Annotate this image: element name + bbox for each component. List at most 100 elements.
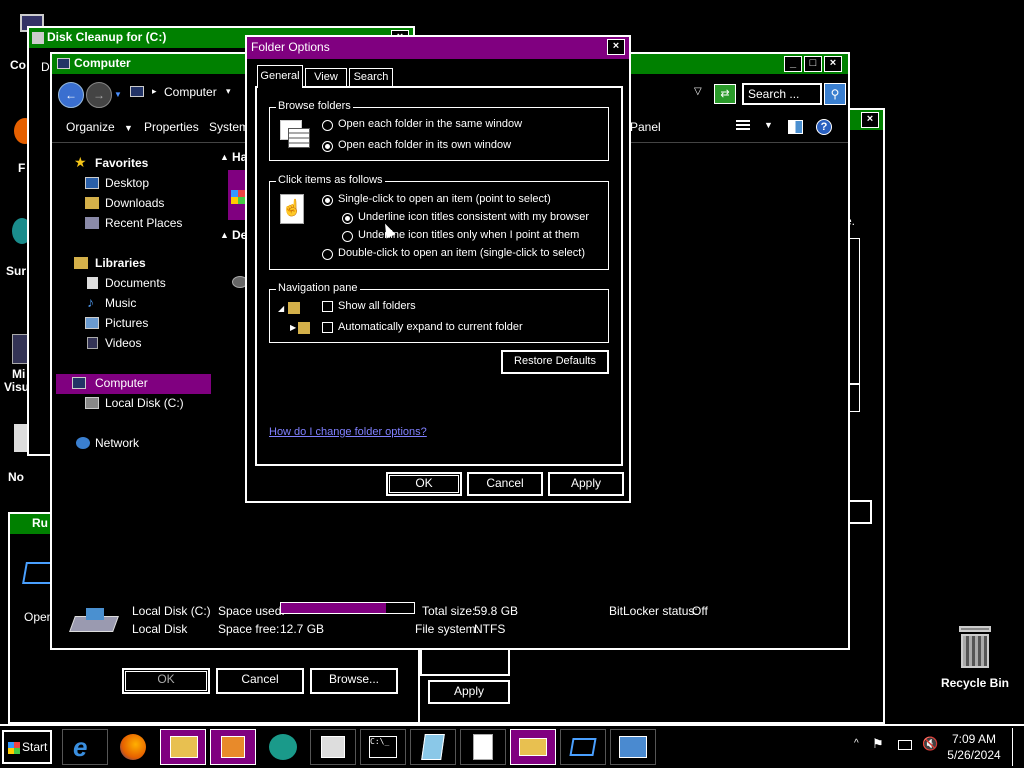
- search-input[interactable]: Search ...: [742, 83, 822, 105]
- nav-pictures[interactable]: Pictures: [105, 316, 148, 330]
- run-ok-button[interactable]: OK: [122, 668, 210, 694]
- folder-options-dialog[interactable]: Folder Options × General View Search Bro…: [245, 35, 631, 503]
- address-dropdown-icon[interactable]: ▽: [694, 86, 702, 97]
- ok-button[interactable]: OK: [386, 472, 462, 496]
- radio-underline-consistent[interactable]: [342, 213, 353, 224]
- nav-libraries[interactable]: Libraries: [95, 256, 146, 270]
- media-player-icon: [221, 736, 245, 758]
- address-bar[interactable]: ▸ Computer ▾: [126, 82, 246, 106]
- taskbar-run-button[interactable]: [560, 729, 606, 765]
- taskbar-disk-cleanup-button[interactable]: [310, 729, 356, 765]
- system-properties-button[interactable]: System: [209, 120, 249, 134]
- organize-menu[interactable]: Organize ▼: [66, 120, 133, 134]
- nav-network[interactable]: Network: [95, 436, 139, 450]
- minimize-button[interactable]: _: [784, 56, 802, 72]
- taskbar-folder-options-button[interactable]: [510, 729, 556, 765]
- taskbar-chat-button[interactable]: [260, 729, 306, 765]
- label-auto-expand[interactable]: Automatically expand to current folder: [338, 321, 523, 333]
- recycle-bin-icon[interactable]: [955, 626, 995, 672]
- volume-muted-icon[interactable]: 🔇: [922, 736, 938, 752]
- nav-favorites[interactable]: Favorites: [95, 156, 148, 170]
- tab-general[interactable]: General: [257, 65, 303, 87]
- label-double-click[interactable]: Double-click to open an item (single-cli…: [338, 247, 585, 259]
- start-button[interactable]: Start: [2, 730, 52, 764]
- search-button[interactable]: ⚲: [824, 83, 846, 105]
- pictures-icon: [85, 317, 99, 329]
- properties-button[interactable]: Properties: [144, 120, 199, 134]
- show-desktop-button[interactable]: [1012, 728, 1022, 766]
- label-same-window[interactable]: Open each folder in the same window: [338, 118, 522, 130]
- recent-pages-dropdown[interactable]: ▼: [114, 90, 122, 99]
- forward-button[interactable]: →: [86, 82, 112, 108]
- search-placeholder: Search ...: [748, 87, 800, 101]
- desktop-label-sur: Sur: [6, 264, 27, 278]
- recent-places-icon: [85, 217, 99, 229]
- apply-button[interactable]: Apply: [548, 472, 624, 496]
- restore-defaults-button[interactable]: Restore Defaults: [501, 350, 609, 374]
- label-underline-consistent[interactable]: Underline icon titles consistent with my…: [358, 211, 589, 223]
- nav-documents[interactable]: Documents: [105, 276, 166, 290]
- preview-pane-button[interactable]: [788, 120, 803, 134]
- change-view-button[interactable]: [736, 118, 752, 134]
- label-single-click[interactable]: Single-click to open an item (point to s…: [338, 193, 551, 205]
- nav-videos[interactable]: Videos: [105, 336, 141, 350]
- label-show-all-folders[interactable]: Show all folders: [338, 300, 416, 312]
- refresh-button[interactable]: ⇄: [714, 84, 736, 104]
- taskbar-ie-button[interactable]: e: [62, 729, 108, 765]
- taskbar-explorer-button[interactable]: [160, 729, 206, 765]
- tab-view[interactable]: View: [305, 68, 347, 87]
- nav-downloads[interactable]: Downloads: [105, 196, 164, 210]
- folder-options-close-button[interactable]: ×: [607, 39, 625, 55]
- collapse-devices-icon[interactable]: ▲: [220, 230, 229, 240]
- taskbar-cmd-button[interactable]: C:\_: [360, 729, 406, 765]
- pointer-hand-icon: ☝: [280, 194, 304, 224]
- nav-computer[interactable]: Computer: [95, 376, 148, 390]
- help-link[interactable]: How do I change folder options?: [269, 426, 427, 438]
- nav-music[interactable]: Music: [105, 296, 136, 310]
- show-hidden-icons-button[interactable]: ^: [854, 738, 859, 749]
- tab-search[interactable]: Search: [349, 68, 393, 87]
- space-used-fill: [281, 603, 387, 613]
- radio-single-click[interactable]: [322, 195, 333, 206]
- taskbar-notepad-button[interactable]: [410, 729, 456, 765]
- browse-folders-icon: [280, 120, 310, 150]
- help-button[interactable]: ?: [816, 119, 832, 135]
- collapse-group-icon[interactable]: ▲: [220, 152, 229, 162]
- run-browse-button[interactable]: Browse...: [310, 668, 398, 694]
- space-used-label: Space used:: [218, 604, 285, 618]
- taskbar-document-button[interactable]: [460, 729, 506, 765]
- organize-label: Organize: [66, 120, 115, 134]
- label-own-window[interactable]: Open each folder in its own window: [338, 139, 511, 151]
- folder-options-titlebar[interactable]: Folder Options: [247, 37, 629, 59]
- taskbar-media-player-button[interactable]: [210, 729, 256, 765]
- radio-double-click[interactable]: [322, 249, 333, 260]
- firefox-icon: [120, 734, 146, 760]
- action-center-flag-icon[interactable]: ⚑: [872, 736, 884, 752]
- close-button[interactable]: ×: [824, 56, 842, 72]
- control-panel-icon: [619, 736, 647, 758]
- radio-own-window[interactable]: [322, 141, 333, 152]
- taskbar-firefox-button[interactable]: [110, 729, 156, 765]
- folder-options-icon: [519, 738, 547, 756]
- tree-expand-icon: ◢: [278, 304, 285, 313]
- run-cancel-button[interactable]: Cancel: [216, 668, 304, 694]
- taskbar-control-panel-button[interactable]: [610, 729, 656, 765]
- address-computer-crumb[interactable]: Computer: [164, 85, 217, 99]
- cancel-button[interactable]: Cancel: [467, 472, 543, 496]
- nav-desktop[interactable]: Desktop: [105, 176, 149, 190]
- clock-time[interactable]: 7:09 AM: [940, 732, 1008, 746]
- back-button[interactable]: ←: [58, 82, 84, 108]
- nav-recent-places[interactable]: Recent Places: [105, 216, 182, 230]
- nav-local-disk[interactable]: Local Disk (C:): [105, 396, 184, 410]
- refresh-icon: ⇄: [720, 88, 730, 100]
- maximize-button[interactable]: □: [804, 56, 822, 72]
- background-dialog-close-button[interactable]: ×: [861, 112, 879, 128]
- clock-date[interactable]: 5/26/2024: [940, 748, 1008, 762]
- radio-same-window[interactable]: [322, 120, 333, 131]
- radio-underline-point[interactable]: [342, 231, 353, 242]
- network-status-icon[interactable]: [898, 740, 912, 750]
- background-dialog-apply-button[interactable]: Apply: [428, 680, 510, 704]
- view-options-dropdown[interactable]: ▼: [764, 120, 773, 130]
- checkbox-show-all-folders[interactable]: [322, 301, 333, 312]
- checkbox-auto-expand[interactable]: [322, 322, 333, 333]
